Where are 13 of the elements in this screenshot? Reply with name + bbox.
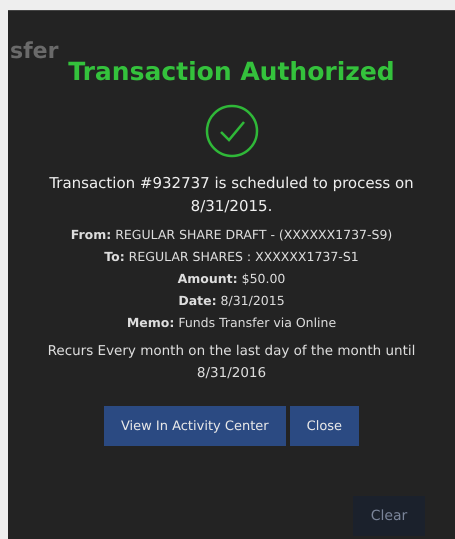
clear-button[interactable]: Clear bbox=[353, 496, 425, 536]
dialog-button[interactable]: Close bbox=[290, 406, 360, 446]
detail-line: Date: 8/31/2015 bbox=[178, 292, 285, 310]
status-message: Transaction #932737 is scheduled to process on 8/31/2015. bbox=[48, 173, 415, 217]
detail-line: To: REGULAR SHARES : XXXXXX1737-S1 bbox=[104, 248, 359, 266]
recurrence-text: Recurs Every month on the last day of the month until 8/31/2016 bbox=[46, 342, 416, 383]
detail-line: Amount: $50.00 bbox=[178, 270, 286, 288]
success-check-icon bbox=[204, 104, 258, 158]
dialog-button[interactable]: View In Activity Center bbox=[104, 406, 286, 446]
dialog-title: Transaction Authorized bbox=[68, 57, 395, 86]
detail-line: Memo: Funds Transfer via Online bbox=[126, 314, 336, 332]
page-heading: sfer bbox=[10, 39, 58, 64]
detail-line: From: REGULAR SHARE DRAFT - (XXXXXX1737-S9) bbox=[70, 226, 392, 244]
